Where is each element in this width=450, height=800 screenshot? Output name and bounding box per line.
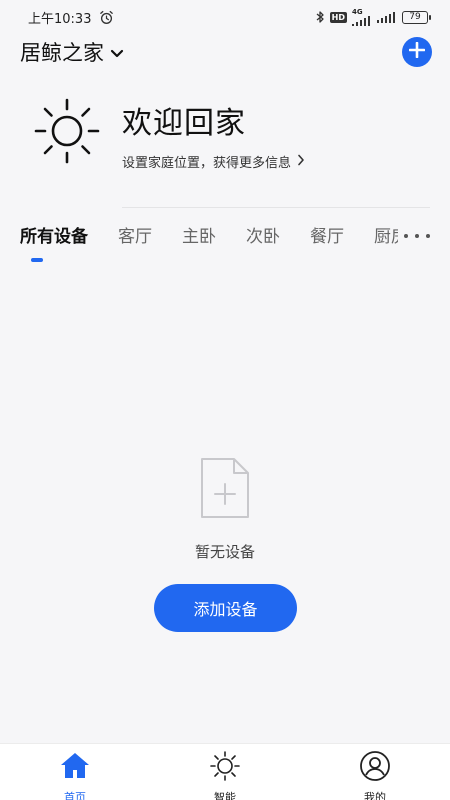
nav-label-home: 首页 (64, 791, 86, 800)
home-icon (59, 750, 91, 785)
sun-icon (209, 750, 241, 785)
network-type-label: 4G (352, 7, 363, 16)
room-tabs: 所有设备 客厅 主卧 次卧 餐厅 厨房 (20, 222, 398, 262)
nav-item-mine[interactable]: 我的 (300, 744, 450, 800)
signal-icon: 4G (352, 7, 372, 26)
nav-label-smart: 智能 (214, 791, 236, 800)
welcome-text: 欢迎回家 设置家庭位置，获得更多信息 (122, 98, 305, 171)
alarm-icon (99, 10, 114, 25)
tab-second-bedroom[interactable]: 次卧 (246, 222, 280, 247)
file-add-icon (199, 456, 251, 520)
nav-label-mine: 我的 (364, 791, 386, 800)
welcome-title: 欢迎回家 (122, 106, 246, 141)
tab-master-bedroom[interactable]: 主卧 (182, 222, 216, 247)
nav-item-home[interactable]: 首页 (0, 744, 150, 800)
empty-state-text: 暂无设备 (194, 543, 255, 561)
plus-icon (408, 41, 426, 62)
battery-icon: 79 (402, 10, 431, 24)
divider (122, 207, 430, 208)
status-time: 上午10:33 (28, 11, 92, 27)
tab-living-room[interactable]: 客厅 (118, 222, 152, 247)
home-selector[interactable]: 居鲸之家 (20, 37, 124, 67)
more-icon[interactable] (404, 228, 430, 244)
header: 居鲸之家 (20, 36, 432, 68)
status-bar: 上午10:33 HD 4G 79 (0, 0, 450, 34)
welcome-section: 欢迎回家 设置家庭位置，获得更多信息 (32, 96, 430, 176)
chevron-right-icon (297, 154, 305, 170)
home-name: 居鲸之家 (20, 41, 104, 65)
bottom-nav: 首页 智能 我的 (0, 743, 450, 800)
signal-icon (377, 11, 397, 23)
bluetooth-icon (315, 10, 325, 24)
sun-icon (32, 96, 102, 166)
battery-level: 79 (409, 12, 421, 22)
chevron-down-icon (110, 40, 124, 64)
welcome-subtitle: 设置家庭位置，获得更多信息 (122, 156, 292, 171)
active-tab-indicator (31, 258, 43, 262)
tab-all-devices[interactable]: 所有设备 (20, 222, 88, 247)
user-icon (359, 750, 391, 785)
nav-item-smart[interactable]: 智能 (150, 744, 300, 800)
tab-kitchen[interactable]: 厨房 (374, 222, 398, 247)
hd-icon: HD (329, 11, 347, 23)
add-device-button[interactable]: 添加设备 (154, 584, 297, 632)
add-button[interactable] (402, 37, 432, 67)
tab-dining-room[interactable]: 餐厅 (310, 222, 344, 247)
set-location-link[interactable]: 设置家庭位置，获得更多信息 (122, 152, 305, 171)
